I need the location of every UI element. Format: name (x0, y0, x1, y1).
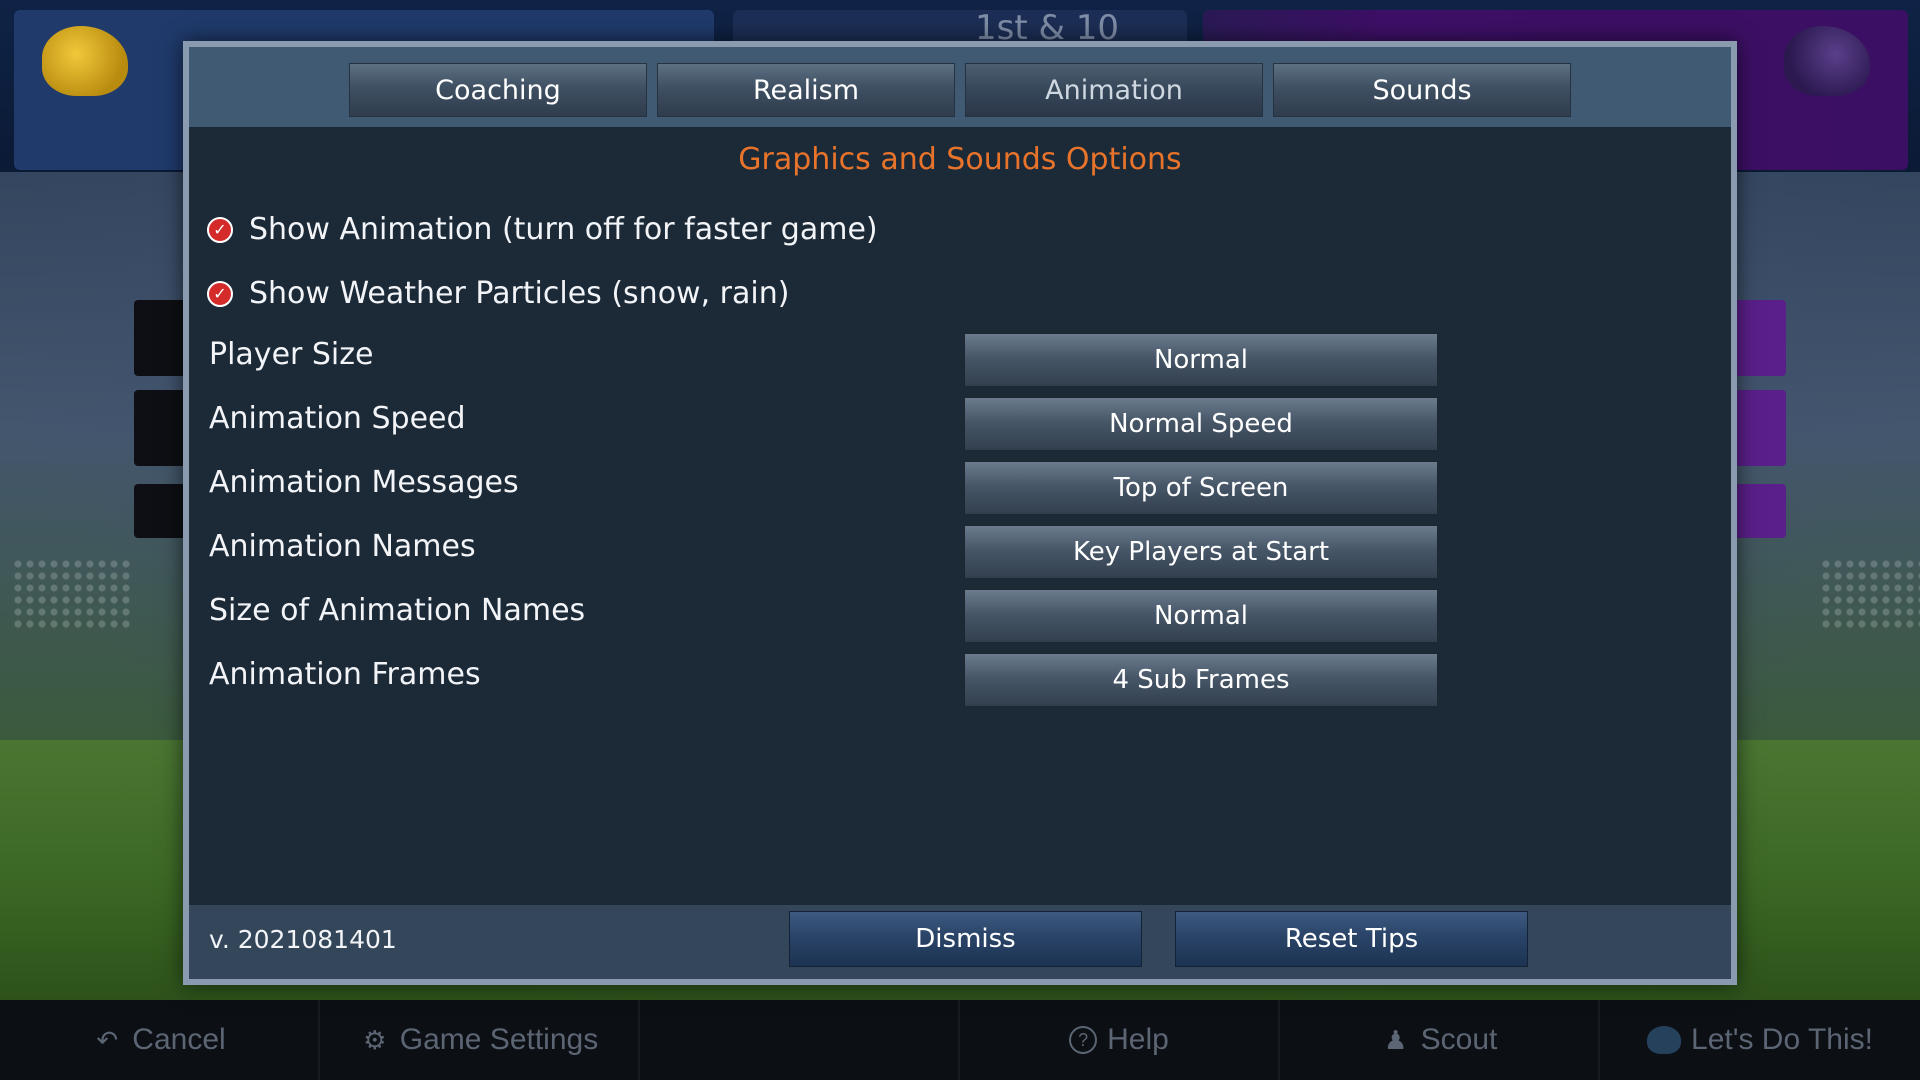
checkmark-icon: ✓ (207, 280, 233, 307)
helmet-icon (1647, 1026, 1682, 1054)
stadium-light (1820, 558, 1920, 628)
gear-icon: ⚙ (363, 1024, 387, 1055)
tab-coaching[interactable]: Coaching (349, 63, 647, 117)
player-size-button[interactable]: Normal (964, 333, 1438, 387)
player-size-label: Player Size (209, 337, 374, 372)
cancel-button[interactable]: ↶ Cancel (0, 1000, 320, 1080)
reset-tips-button[interactable]: Reset Tips (1175, 911, 1528, 967)
empty-slot (640, 1000, 960, 1080)
stadium-light (12, 558, 132, 628)
show-animation-checkbox[interactable]: ✓ Show Animation (turn off for faster ga… (207, 212, 878, 247)
help-button[interactable]: ? Help (960, 1000, 1280, 1080)
tab-realism[interactable]: Realism (657, 63, 955, 117)
bottom-action-bar: ↶ Cancel ⚙ Game Settings ? Help ♟ Scout … (0, 1000, 1920, 1080)
options-dialog: Coaching Realism Animation Sounds Graphi… (183, 41, 1737, 985)
version-text: v. 2021081401 (209, 925, 397, 954)
undo-arrow-icon: ↶ (96, 1024, 119, 1055)
dismiss-button[interactable]: Dismiss (789, 911, 1142, 967)
animation-speed-button[interactable]: Normal Speed (964, 397, 1438, 451)
tab-sounds[interactable]: Sounds (1273, 63, 1571, 117)
animation-messages-button[interactable]: Top of Screen (964, 461, 1438, 515)
animation-speed-label: Animation Speed (209, 401, 466, 436)
dialog-footer: v. 2021081401 Dismiss Reset Tips (189, 905, 1731, 979)
animation-messages-label: Animation Messages (209, 465, 519, 500)
game-settings-label: Game Settings (399, 1023, 599, 1056)
scout-label: Scout (1420, 1023, 1498, 1056)
person-icon: ♟ (1383, 1024, 1408, 1055)
cancel-label: Cancel (132, 1023, 226, 1056)
animation-names-label: Animation Names (209, 529, 476, 564)
help-circle-icon: ? (1069, 1026, 1098, 1054)
size-of-animation-names-button[interactable]: Normal (964, 589, 1438, 643)
game-settings-button[interactable]: ⚙ Game Settings (320, 1000, 640, 1080)
animation-names-button[interactable]: Key Players at Start (964, 525, 1438, 579)
show-animation-label: Show Animation (turn off for faster game… (249, 212, 878, 247)
show-weather-checkbox[interactable]: ✓ Show Weather Particles (snow, rain) (207, 276, 789, 311)
scout-button[interactable]: ♟ Scout (1280, 1000, 1600, 1080)
animation-frames-label: Animation Frames (209, 657, 481, 692)
lets-do-this-label: Let's Do This! (1691, 1023, 1873, 1056)
help-label: Help (1107, 1023, 1169, 1056)
tab-animation[interactable]: Animation (965, 63, 1263, 117)
checkmark-icon: ✓ (207, 216, 233, 243)
tab-bar: Coaching Realism Animation Sounds (189, 47, 1731, 127)
lets-do-this-button[interactable]: Let's Do This! (1600, 1000, 1920, 1080)
show-weather-label: Show Weather Particles (snow, rain) (249, 276, 790, 311)
animation-frames-button[interactable]: 4 Sub Frames (964, 653, 1438, 707)
dialog-title: Graphics and Sounds Options (738, 142, 1182, 177)
size-of-animation-names-label: Size of Animation Names (209, 593, 586, 628)
